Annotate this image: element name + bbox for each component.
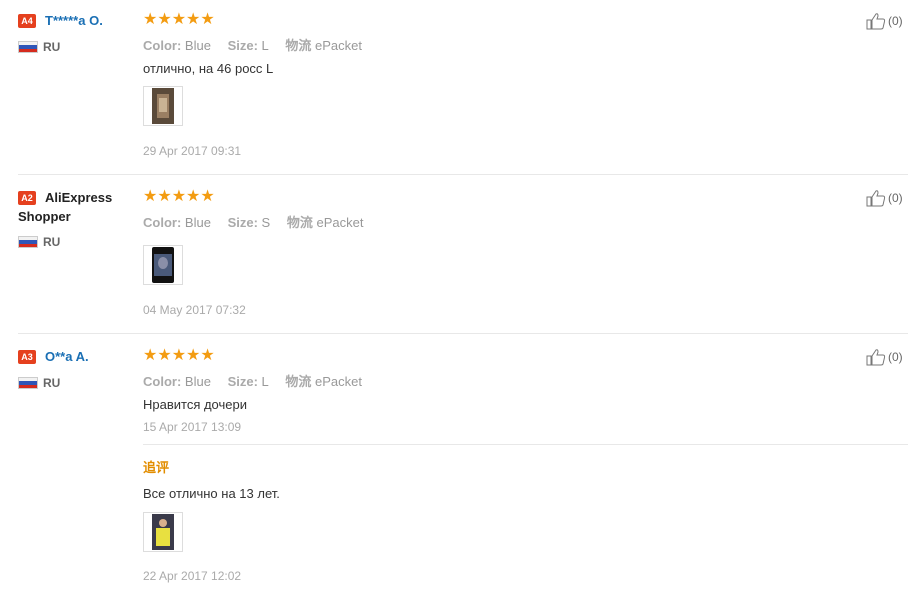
photo-thumbnail-icon bbox=[152, 247, 174, 283]
logistics-value: ePacket bbox=[316, 215, 364, 230]
logistics-key: 物流 bbox=[285, 374, 312, 389]
size-key: Size: bbox=[227, 38, 258, 53]
buyer-level-badge: A4 bbox=[18, 14, 36, 28]
star-rating: ★★★★★ bbox=[143, 188, 215, 205]
photo-thumbnail-icon bbox=[152, 514, 174, 550]
reviewer-name-line1: AliExpress bbox=[45, 190, 113, 205]
review-text: отлично, на 46 росс L bbox=[143, 61, 274, 76]
review-photo[interactable] bbox=[143, 86, 183, 126]
logistics-key: 物流 bbox=[286, 215, 313, 230]
country-code: RU bbox=[43, 40, 61, 54]
color-key: Color: bbox=[143, 374, 182, 389]
helpful-button[interactable]: (0) bbox=[866, 348, 903, 366]
color-value: Blue bbox=[184, 38, 211, 53]
order-attributes: Color: Blue Size: S 物流 ePacket bbox=[143, 212, 363, 231]
logistics-value: ePacket bbox=[315, 38, 363, 53]
country-code: RU bbox=[43, 235, 61, 249]
size-key: Size: bbox=[227, 215, 258, 230]
logistics-key: 物流 bbox=[285, 38, 312, 53]
size-value: L bbox=[261, 38, 269, 53]
size-key: Size: bbox=[227, 374, 258, 389]
additional-feedback-label: 追评 bbox=[143, 460, 170, 475]
review-date: 15 Apr 2017 13:09 bbox=[143, 420, 242, 434]
russia-flag-icon bbox=[18, 236, 38, 248]
star-rating: ★★★★★ bbox=[143, 11, 215, 28]
additional-review-photo[interactable] bbox=[143, 512, 183, 552]
order-attributes: Color: Blue Size: L 物流 ePacket bbox=[143, 35, 362, 54]
color-key: Color: bbox=[143, 38, 182, 53]
photo-thumbnail-icon bbox=[152, 88, 174, 124]
helpful-count: (0) bbox=[888, 191, 903, 205]
star-rating: ★★★★★ bbox=[143, 347, 215, 364]
reviewer-name[interactable]: T*****a O. bbox=[45, 11, 103, 30]
review-photo[interactable] bbox=[143, 245, 183, 285]
color-key: Color: bbox=[143, 215, 182, 230]
reviewer-name[interactable]: O**a A. bbox=[45, 347, 89, 366]
reviewer-name-line2: Shopper bbox=[18, 209, 71, 224]
thumbs-up-icon bbox=[866, 349, 886, 366]
review-text: Нравится дочери bbox=[143, 397, 247, 412]
additional-review-date: 22 Apr 2017 12:02 bbox=[143, 569, 242, 583]
russia-flag-icon bbox=[18, 377, 38, 389]
buyer-level-badge: A3 bbox=[18, 350, 36, 364]
helpful-button[interactable]: (0) bbox=[866, 189, 903, 207]
size-value: L bbox=[261, 374, 269, 389]
helpful-count: (0) bbox=[888, 350, 903, 364]
color-value: Blue bbox=[184, 215, 211, 230]
review-divider bbox=[18, 333, 908, 334]
review-date: 29 Apr 2017 09:31 bbox=[143, 144, 242, 158]
logistics-value: ePacket bbox=[315, 374, 363, 389]
additional-review-text: Все отлично на 13 лет. bbox=[143, 486, 280, 501]
thumbs-up-icon bbox=[866, 13, 886, 30]
thumbs-up-icon bbox=[866, 190, 886, 207]
country-code: RU bbox=[43, 376, 61, 390]
buyer-level-badge: A2 bbox=[18, 191, 36, 205]
size-value: S bbox=[261, 215, 271, 230]
order-attributes: Color: Blue Size: L 物流 ePacket bbox=[143, 371, 362, 390]
color-value: Blue bbox=[184, 374, 211, 389]
helpful-button[interactable]: (0) bbox=[866, 12, 903, 30]
review-divider bbox=[18, 174, 908, 175]
helpful-count: (0) bbox=[888, 14, 903, 28]
review-date: 04 May 2017 07:32 bbox=[143, 303, 246, 317]
additional-review-divider bbox=[143, 444, 908, 445]
russia-flag-icon bbox=[18, 41, 38, 53]
